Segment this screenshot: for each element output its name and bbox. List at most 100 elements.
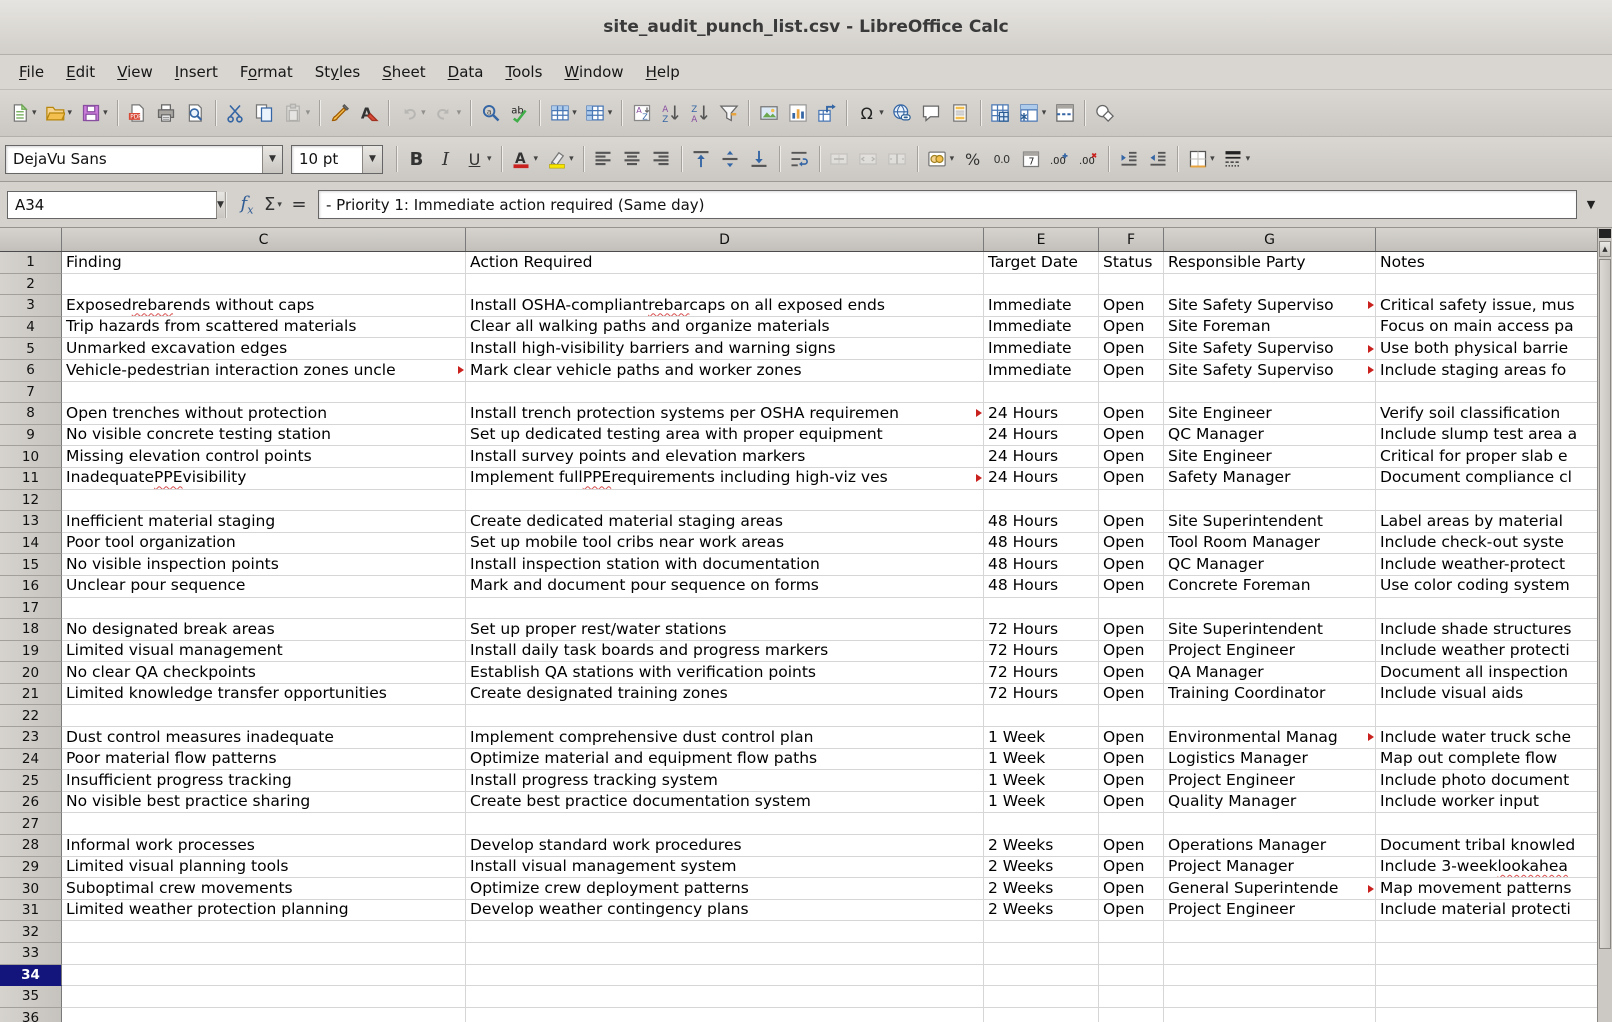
cell[interactable]: Inadequate PPE visibility: [62, 468, 466, 490]
align-right-button[interactable]: [647, 142, 676, 176]
spelling-button[interactable]: ab: [505, 96, 534, 130]
border-style-dropdown-icon[interactable]: ▾: [1246, 154, 1251, 164]
align-bottom-button[interactable]: [745, 142, 774, 176]
cell[interactable]: [1376, 705, 1612, 727]
cell[interactable]: [466, 490, 984, 512]
cell[interactable]: [466, 705, 984, 727]
cell[interactable]: [1099, 986, 1164, 1008]
cell[interactable]: Create dedicated material staging areas: [466, 511, 984, 533]
cell[interactable]: [1099, 705, 1164, 727]
cell[interactable]: [466, 274, 984, 296]
wrap-text-button[interactable]: [785, 142, 814, 176]
cell[interactable]: 72 Hours: [984, 641, 1099, 663]
sort-descending-button[interactable]: ZA: [685, 96, 714, 130]
row-header-19[interactable]: 19: [0, 641, 62, 663]
show-draw-functions-button[interactable]: [1090, 96, 1119, 130]
define-print-area-button[interactable]: [986, 96, 1015, 130]
open-button[interactable]: ▾: [41, 96, 77, 130]
cell[interactable]: Site Superintendent: [1164, 619, 1376, 641]
format-currency-button[interactable]: ▾: [923, 142, 959, 176]
special-character-button[interactable]: Ω▾: [852, 96, 888, 130]
cell[interactable]: [1164, 965, 1376, 987]
row-header-11[interactable]: 11: [0, 468, 62, 490]
cell[interactable]: Document compliance cl: [1376, 468, 1612, 490]
cell[interactable]: Open: [1099, 749, 1164, 771]
cell[interactable]: Limited knowledge transfer opportunities: [62, 684, 466, 706]
formula-bar-expand-button[interactable]: ▼: [1577, 198, 1605, 211]
menu-data[interactable]: Data: [437, 58, 495, 86]
cell[interactable]: Install inspection station with document…: [466, 554, 984, 576]
cell[interactable]: [1376, 598, 1612, 620]
row-header-15[interactable]: 15: [0, 554, 62, 576]
cell[interactable]: Focus on main access pa: [1376, 317, 1612, 339]
cell[interactable]: [984, 986, 1099, 1008]
cell[interactable]: Document all inspection: [1376, 662, 1612, 684]
special-character-dropdown-icon[interactable]: ▾: [879, 108, 884, 118]
cell[interactable]: Insufficient progress tracking: [62, 770, 466, 792]
clone-formatting-button[interactable]: [325, 96, 354, 130]
cell[interactable]: [62, 382, 466, 404]
cell[interactable]: Install trench protection systems per OS…: [466, 403, 984, 425]
cell[interactable]: Open: [1099, 511, 1164, 533]
cell[interactable]: Optimize crew deployment patterns: [466, 878, 984, 900]
cell[interactable]: Operations Manager: [1164, 835, 1376, 857]
cell[interactable]: Open: [1099, 900, 1164, 922]
cell[interactable]: Open: [1099, 533, 1164, 555]
headers-and-footers-button[interactable]: [946, 96, 975, 130]
row-header-35[interactable]: 35: [0, 986, 62, 1008]
cell[interactable]: 24 Hours: [984, 446, 1099, 468]
cell[interactable]: [466, 965, 984, 987]
cell[interactable]: Immediate: [984, 360, 1099, 382]
font-color-button[interactable]: A▾: [507, 142, 543, 176]
cell[interactable]: Clear all walking paths and organize mat…: [466, 317, 984, 339]
cell[interactable]: [1099, 965, 1164, 987]
cell[interactable]: Site Safety Superviso: [1164, 338, 1376, 360]
cell[interactable]: Poor tool organization: [62, 533, 466, 555]
row-header-16[interactable]: 16: [0, 576, 62, 598]
cell[interactable]: [1164, 1008, 1376, 1022]
cell[interactable]: Unmarked excavation edges: [62, 338, 466, 360]
cell[interactable]: 1 Week: [984, 770, 1099, 792]
cell[interactable]: Unclear pour sequence: [62, 576, 466, 598]
cell[interactable]: Immediate: [984, 338, 1099, 360]
cell[interactable]: 1 Week: [984, 792, 1099, 814]
cell[interactable]: Include photo document: [1376, 770, 1612, 792]
column-header-idx6[interactable]: [1376, 228, 1612, 251]
row-header-18[interactable]: 18: [0, 619, 62, 641]
cell[interactable]: 24 Hours: [984, 468, 1099, 490]
row-header-33[interactable]: 33: [0, 943, 62, 965]
cell[interactable]: [62, 813, 466, 835]
cell[interactable]: 48 Hours: [984, 576, 1099, 598]
bold-button[interactable]: B: [402, 142, 431, 176]
column-header-G[interactable]: G: [1164, 228, 1376, 251]
cell[interactable]: Include material protecti: [1376, 900, 1612, 922]
cell[interactable]: Open: [1099, 857, 1164, 879]
row-header-6[interactable]: 6: [0, 360, 62, 382]
cell[interactable]: General Superintende: [1164, 878, 1376, 900]
menu-help[interactable]: Help: [635, 58, 691, 86]
cell[interactable]: Limited weather protection planning: [62, 900, 466, 922]
print-button[interactable]: [152, 96, 181, 130]
cell[interactable]: Exposed rebar ends without caps: [62, 295, 466, 317]
cell[interactable]: Project Engineer: [1164, 770, 1376, 792]
cell[interactable]: [1164, 598, 1376, 620]
cell[interactable]: Project Engineer: [1164, 900, 1376, 922]
row-header-7[interactable]: 7: [0, 382, 62, 404]
cell[interactable]: [62, 921, 466, 943]
cell[interactable]: Open: [1099, 684, 1164, 706]
cell[interactable]: [62, 705, 466, 727]
row-header-4[interactable]: 4: [0, 317, 62, 339]
row-header-24[interactable]: 24: [0, 749, 62, 771]
add-decimal-button[interactable]: .00: [1045, 142, 1074, 176]
sum-button[interactable]: Σ▾: [260, 190, 286, 220]
cell[interactable]: Open: [1099, 425, 1164, 447]
cell[interactable]: Map movement patterns: [1376, 878, 1612, 900]
cell[interactable]: Quality Manager: [1164, 792, 1376, 814]
column-header-C[interactable]: C: [62, 228, 466, 251]
cell[interactable]: Open: [1099, 619, 1164, 641]
cell[interactable]: 2 Weeks: [984, 835, 1099, 857]
cell[interactable]: No visible inspection points: [62, 554, 466, 576]
cell[interactable]: Open trenches without protection: [62, 403, 466, 425]
export-pdf-button[interactable]: PDF: [123, 96, 152, 130]
cell[interactable]: Open: [1099, 317, 1164, 339]
